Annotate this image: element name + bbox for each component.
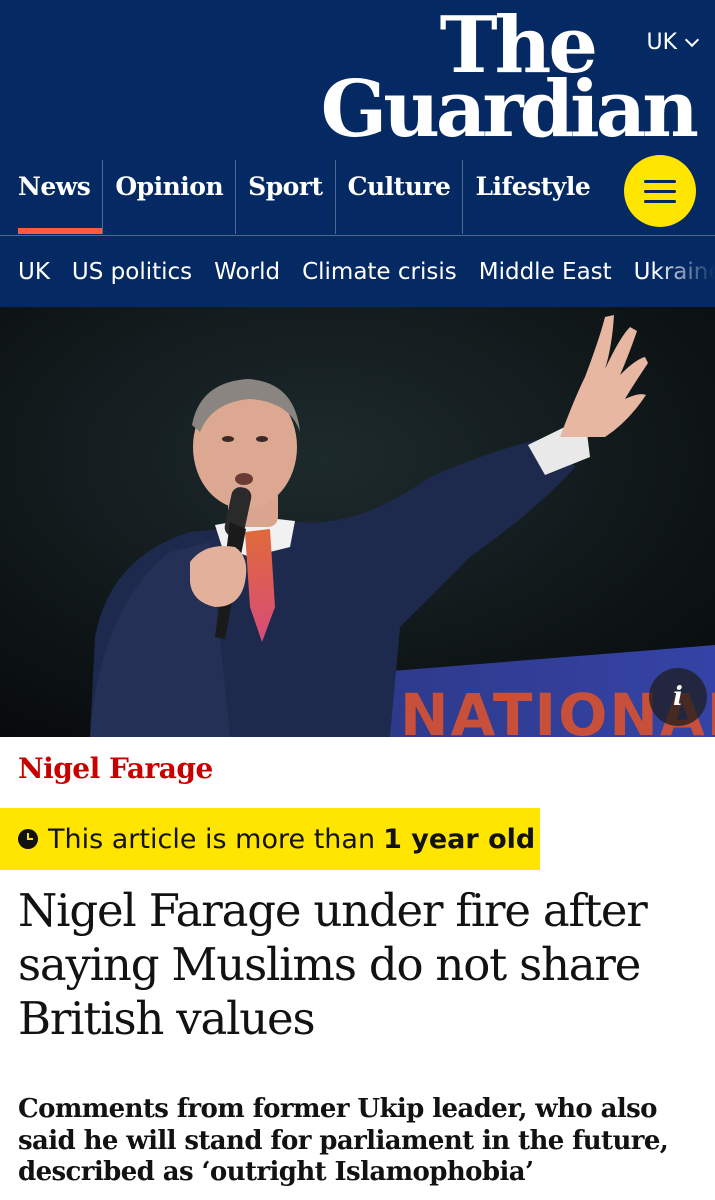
sub-navigation: UK US politics World Climate crisis Midd…	[0, 235, 715, 307]
pillar-opinion[interactable]: Opinion	[102, 160, 235, 234]
clock-icon	[18, 829, 38, 849]
subnav-world[interactable]: World	[214, 259, 280, 285]
menu-icon	[644, 179, 676, 183]
subnav-climate-crisis[interactable]: Climate crisis	[302, 259, 457, 285]
pillar-sport[interactable]: Sport	[235, 160, 334, 234]
info-icon[interactable]: i	[649, 668, 707, 726]
subnav-ukraine[interactable]: Ukraine	[634, 259, 715, 285]
speaker-photo: NATIONAL	[0, 307, 715, 737]
subnav-uk[interactable]: UK	[18, 259, 50, 285]
article-standfirst: Comments from former Ukip leader, who al…	[18, 1094, 669, 1188]
hero-image: NATIONAL i	[0, 307, 715, 737]
article-headline: Nigel Farage under fire after saying Mus…	[18, 884, 648, 1045]
masthead: UK The Guardian News Opinion Sport Cultu…	[0, 0, 715, 307]
logo-line-2: Guardian	[320, 63, 699, 155]
age-warning-bold: 1 year old	[383, 823, 536, 855]
subnav-middle-east[interactable]: Middle East	[479, 259, 612, 285]
pillar-news[interactable]: News	[0, 160, 103, 234]
article-kicker[interactable]: Nigel Farage	[18, 752, 213, 785]
pillar-culture[interactable]: Culture	[334, 160, 463, 234]
menu-button[interactable]	[624, 155, 696, 227]
guardian-logo[interactable]: The Guardian	[305, 7, 699, 155]
pillar-nav: News Opinion Sport Culture Lifestyle	[0, 160, 602, 234]
age-warning-text: This article is more than	[48, 823, 376, 855]
age-warning: This article is more than 1 year old	[0, 808, 540, 870]
pillar-lifestyle[interactable]: Lifestyle	[462, 160, 602, 234]
subnav-us-politics[interactable]: US politics	[72, 259, 192, 285]
